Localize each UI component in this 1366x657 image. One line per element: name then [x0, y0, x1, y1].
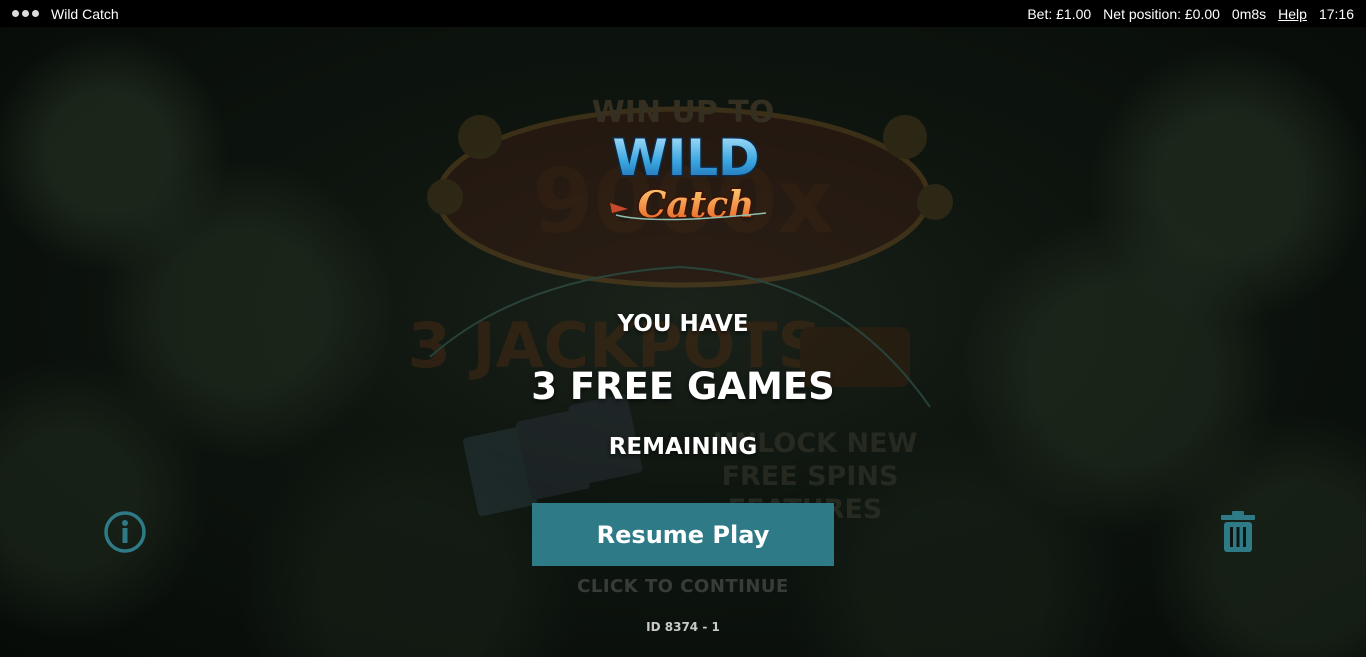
- free-games-count: 3 FREE GAMES: [531, 365, 835, 408]
- help-link[interactable]: Help: [1278, 6, 1307, 22]
- game-title: Wild Catch: [51, 5, 119, 22]
- bg-unlock-line-2: FREE SPINS: [722, 461, 899, 492]
- net-position: Net position: £0.00: [1103, 5, 1220, 22]
- fly-lure-icon: [610, 203, 628, 213]
- game-stage[interactable]: WIN UP TO 9000x 3 JACKPOTS UNLOCK NEW FR…: [0, 27, 1366, 657]
- message-line-1: YOU HAVE: [617, 311, 749, 337]
- message-line-3: REMAINING: [608, 434, 758, 460]
- click-to-continue[interactable]: CLICK TO CONTINUE: [0, 576, 1366, 597]
- top-bar: Wild Catch Bet: £1.00 Net position: £0.0…: [0, 0, 1366, 27]
- logo-word-wild: WILD: [612, 129, 759, 187]
- round-id: ID 8374 - 1: [646, 620, 720, 634]
- trash-icon[interactable]: [1219, 510, 1257, 554]
- info-icon[interactable]: [103, 510, 147, 554]
- bet-amount: Bet: £1.00: [1027, 5, 1092, 22]
- resume-play-button[interactable]: Resume Play: [532, 503, 834, 566]
- menu-dots-icon[interactable]: [12, 10, 39, 17]
- wild-catch-logo: WILD Catch: [610, 128, 767, 227]
- top-bar-left: Wild Catch: [12, 6, 119, 22]
- session-timer: 0m8s: [1231, 5, 1267, 22]
- clock: 17:16: [1318, 5, 1354, 22]
- top-bar-right: Bet: £1.00 Net position: £0.00 0m8s Help…: [1027, 6, 1354, 22]
